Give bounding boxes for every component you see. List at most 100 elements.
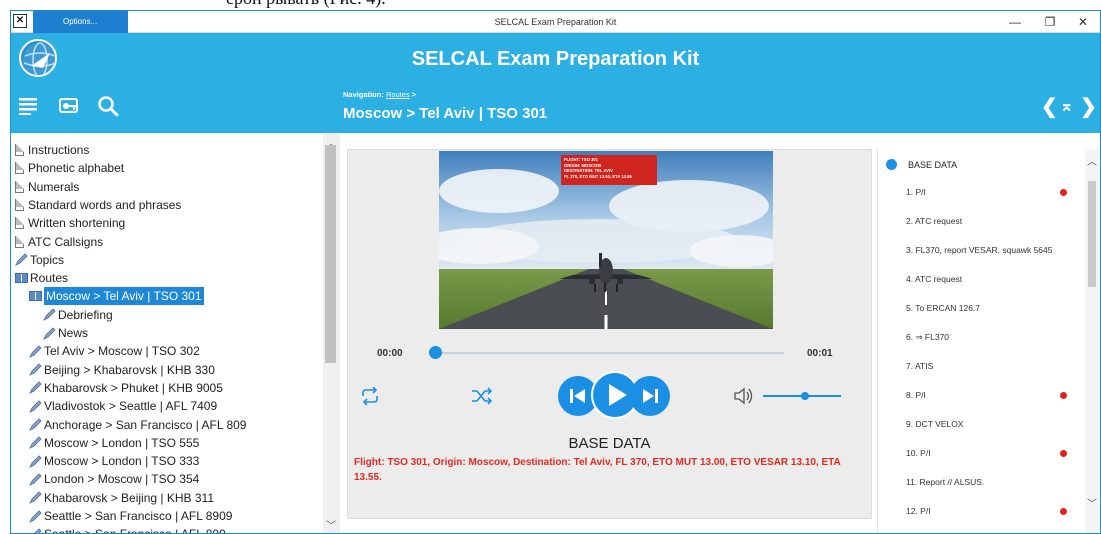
toolbar: Navigation: Routes > Moscow > Tel Aviv |… <box>11 85 1100 133</box>
tree-item-label: Anchorage > San Francisco | AFL 809 <box>44 417 247 432</box>
key-icon[interactable] <box>57 95 81 122</box>
pencil-icon <box>43 308 56 322</box>
seek-handle[interactable] <box>429 346 442 359</box>
doc-icon <box>15 217 24 230</box>
list-item[interactable]: 12. P/I <box>906 506 931 516</box>
tree-item-label: Standard words and phrases <box>28 197 182 212</box>
tree-item-label: ATC Callsigns <box>28 234 104 249</box>
tree-item-label: Vladivostok > Seattle | AFL 7409 <box>44 399 218 414</box>
marker-dot-icon <box>1060 508 1067 515</box>
tree-item[interactable]: Tel Aviv > Moscow | TSO 302 <box>29 342 200 360</box>
pencil-icon <box>29 473 42 486</box>
list-scrollbar[interactable]: ︿ ﹀ <box>1085 149 1099 533</box>
navigation-tree: Instructions Phonetic alphabet Numerals Sta… <box>11 133 341 533</box>
next-page-button[interactable]: ❯ <box>1080 97 1097 117</box>
tree-item[interactable]: Anchorage > San Francisco | AFL 809 <box>29 416 246 434</box>
marker-dot-icon <box>1060 392 1067 399</box>
tree-item[interactable]: Debriefing <box>43 306 113 324</box>
tree-item-label: Khabarovsk > Beijing | KHB 311 <box>44 490 214 505</box>
search-icon[interactable] <box>97 95 119 122</box>
tree-scrollbar[interactable]: ︿ ﹀ <box>323 133 340 533</box>
tree-item-label: Moscow > Tel Aviv | TSO 301 <box>44 287 204 306</box>
tree-item-label: Written shortening <box>28 216 126 231</box>
tree-item[interactable]: Seattle > San Francisco | AFL 8909 <box>29 507 232 525</box>
list-item[interactable]: 11. Report // ALSUS. <box>906 477 984 487</box>
app-header: SELCAL Exam Preparation Kit <box>11 33 1100 85</box>
scroll-down-icon[interactable]: ﹀ <box>1087 495 1097 510</box>
seek-bar[interactable] <box>439 352 784 354</box>
list-item[interactable]: 1. P/I <box>906 187 926 197</box>
marker-dot-icon <box>1060 450 1067 457</box>
scroll-top-button[interactable]: ⌅ <box>1060 97 1073 117</box>
speaker-icon[interactable] <box>886 159 897 170</box>
tree-item[interactable]: Written shortening <box>15 214 125 232</box>
tree-item[interactable]: Moscow > London | TSO 333 <box>29 452 199 470</box>
tree-item[interactable]: Khabarovsk > Beijing | KHB 311 <box>29 489 214 507</box>
marker-dot-icon <box>1060 189 1067 196</box>
list-item[interactable]: 2. ATC request <box>906 216 962 226</box>
scroll-down-icon[interactable]: ﹀ <box>326 517 336 532</box>
tree-item-label: Instructions <box>28 143 90 157</box>
runway-airplane-photo: FLIGHT: TSO 301 ORIGIN: MOSCOW DESTINATI… <box>439 151 773 329</box>
flight-info-text: Flight: TSO 301, Origin: Moscow, Destina… <box>354 457 841 483</box>
tree-item[interactable]: ATC Callsigns <box>15 233 103 251</box>
list-item[interactable]: 4. ATC request <box>906 274 962 284</box>
tree-item-label: Phonetic alphabet <box>28 161 125 176</box>
minimize-button[interactable]: — <box>996 11 1034 33</box>
tree-item[interactable]: Numerals <box>15 178 79 196</box>
list-header[interactable]: BASE DATA <box>886 159 957 170</box>
tree-item[interactable]: News <box>43 324 88 342</box>
list-item[interactable]: 6. ⇒ FL370 <box>906 332 949 343</box>
next-track-button[interactable] <box>629 375 671 422</box>
breadcrumb: Navigation: Routes > <box>343 90 416 99</box>
tree-item[interactable]: Phonetic alphabet <box>15 159 124 177</box>
tree-item[interactable]: Topics <box>15 251 64 269</box>
tree-item[interactable]: Khabarovsk > Phuket | KHB 9005 <box>29 379 223 397</box>
tree-item[interactable]: Seattle > San Francisco | AFL 809 <box>29 525 226 533</box>
overlay-line: FL 370, ETO MUT 13.00, ETA 13.55 <box>564 173 632 179</box>
section-heading: BASE DATA <box>568 435 651 452</box>
volume-icon[interactable] <box>733 387 755 410</box>
list-item[interactable]: 8. P/I <box>906 390 926 400</box>
tree-item[interactable]: Vladivostok > Seattle | AFL 7409 <box>29 397 217 415</box>
tree-item-label: London > Moscow | TSO 354 <box>44 472 200 487</box>
shuffle-icon[interactable] <box>471 387 493 410</box>
tree-item[interactable]: Beijing > Khabarovsk | KHB 330 <box>29 361 215 379</box>
breadcrumb-separator: > <box>411 90 417 99</box>
tree-item-label: Seattle > San Francisco | AFL 8909 <box>44 509 233 523</box>
breadcrumb-prefix: Navigation: <box>343 90 384 99</box>
menu-icon[interactable] <box>19 95 39 120</box>
book-icon <box>15 273 28 284</box>
list-item[interactable]: 9. DCT VELOX <box>906 419 963 429</box>
scroll-up-icon[interactable]: ︿ <box>1087 153 1097 168</box>
close-button[interactable]: ✕ <box>1064 11 1100 33</box>
tree-item[interactable]: Moscow > Tel Aviv | TSO 301 <box>29 287 204 306</box>
pencil-icon <box>29 455 42 468</box>
volume-handle[interactable] <box>801 392 809 400</box>
pencil-icon <box>29 509 42 523</box>
tree-item[interactable]: Standard words and phrases <box>15 196 181 214</box>
list-item[interactable]: 3. FL370, report VESAR, squawk 5645 <box>906 245 1052 255</box>
pencil-icon <box>29 345 42 358</box>
current-time: 00:00 <box>377 348 403 359</box>
tree-item[interactable]: Moscow > London | TSO 555 <box>29 434 199 452</box>
tree-item[interactable]: Routes <box>15 269 68 287</box>
list-heading: BASE DATA <box>908 159 958 170</box>
previous-page-button[interactable]: ❮ <box>1041 97 1058 117</box>
breadcrumb-routes-link[interactable]: Routes <box>386 90 410 99</box>
tree-scrollbar-thumb[interactable] <box>325 145 336 363</box>
tree-item[interactable]: London > Moscow | TSO 354 <box>29 470 199 488</box>
list-scrollbar-thumb[interactable] <box>1088 181 1096 287</box>
list-item[interactable]: 10. P/I <box>906 448 931 458</box>
tree-item[interactable]: Instructions <box>15 141 89 159</box>
pencil-icon <box>29 400 42 413</box>
pencil-icon <box>43 326 56 340</box>
doc-icon <box>15 162 24 175</box>
repeat-icon[interactable] <box>360 386 380 410</box>
tree-item-label: Khabarovsk > Phuket | KHB 9005 <box>44 380 223 395</box>
page-title: Moscow > Tel Aviv | TSO 301 <box>343 105 548 122</box>
list-item[interactable]: 5. To ERCAN 126.7 <box>906 303 980 313</box>
list-item[interactable]: 7. ATIS <box>906 361 933 371</box>
doc-icon <box>15 144 24 156</box>
pencil-icon <box>29 491 42 505</box>
